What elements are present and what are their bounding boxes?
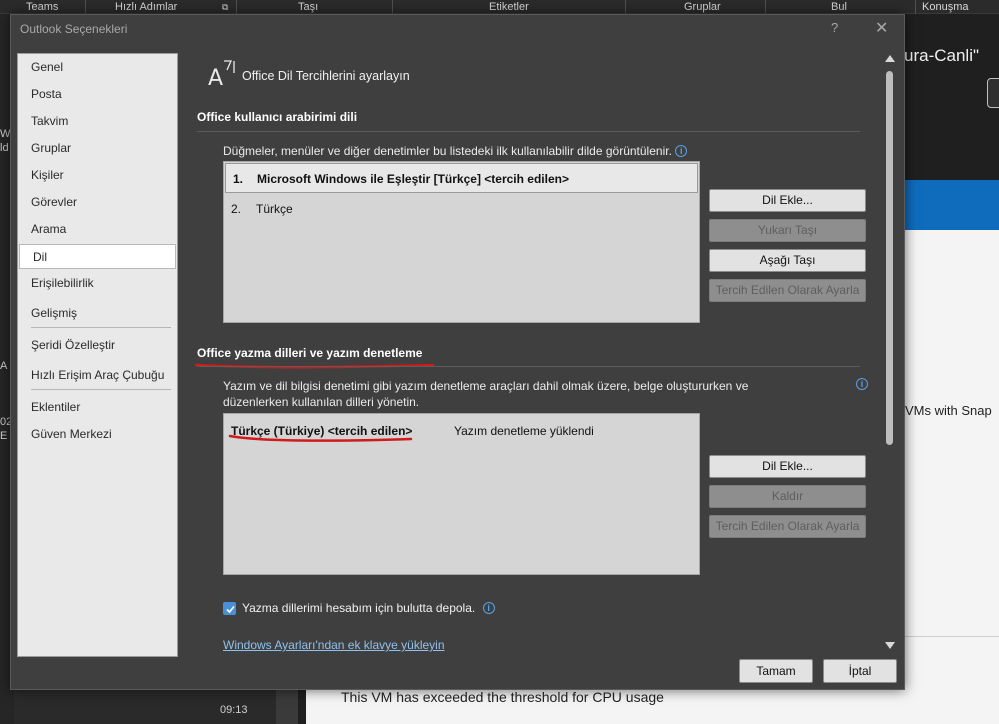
set-preferred-button[interactable]: Tercih Edilen Olarak Ayarla <box>709 279 866 302</box>
language-icon: A <box>208 60 235 87</box>
sidebar-item-gorevler[interactable]: Görevler <box>18 190 177 215</box>
sidebar-item-erisilebilirlik[interactable]: Erişilebilirlik <box>18 271 177 296</box>
options-sidebar: Genel Posta Takvim Gruplar Kişiler Görev… <box>17 53 178 657</box>
sidebar-item-guven-merkezi[interactable]: Güven Merkezi <box>18 422 177 447</box>
cloud-store-label: Yazma dillerimi hesabım için bulutta dep… <box>242 601 476 615</box>
cancel-button[interactable]: İptal <box>823 659 897 683</box>
background-banner <box>904 180 999 230</box>
sidebar-divider <box>31 327 171 328</box>
scroll-down-arrow-icon[interactable] <box>885 642 895 649</box>
sidebar-item-kisiler[interactable]: Kişiler <box>18 163 177 188</box>
page-title: Office Dil Tercihlerini ayarlayın <box>242 69 410 83</box>
sidebar-divider <box>31 389 171 390</box>
dialog-title: Outlook Seçenekleri <box>20 22 128 36</box>
svg-text:A: A <box>208 66 223 87</box>
remove-language-button[interactable]: Kaldır <box>709 485 866 508</box>
background-text-fragment: E <box>0 430 8 442</box>
authoring-description: Yazım ve dil bilgisi denetimi gibi yazım… <box>223 379 749 409</box>
sidebar-item-posta[interactable]: Posta <box>18 82 177 107</box>
background-text-fragment: A <box>0 360 8 372</box>
list-item[interactable]: 2. Türkçe <box>225 194 698 224</box>
sidebar-item-hizli-erisim[interactable]: Hızlı Erişim Araç Çubuğu <box>18 363 177 388</box>
background-header <box>904 14 999 180</box>
ribbon-group-move: Taşı <box>298 1 319 13</box>
sidebar-item-seridi-ozellestir[interactable]: Şeridi Özelleştir <box>18 333 177 358</box>
sidebar-item-gelismis[interactable]: Gelişmiş <box>18 301 177 326</box>
background-divider <box>904 636 999 637</box>
add-language-button[interactable]: Dil Ekle... <box>709 189 866 212</box>
sidebar-item-takvim[interactable]: Takvim <box>18 109 177 134</box>
ui-language-list[interactable]: 1. Microsoft Windows ile Eşleştir [Türkç… <box>223 161 700 323</box>
cloud-store-label-row: Yazma dillerimi hesabım için bulutta dep… <box>242 601 495 615</box>
ribbon-group-conversation: Konuşma <box>922 1 969 13</box>
move-up-button[interactable]: Yukarı Taşı <box>709 219 866 242</box>
info-icon[interactable]: i <box>482 602 495 614</box>
help-icon[interactable]: ? <box>831 20 838 35</box>
sidebar-item-arama[interactable]: Arama <box>18 217 177 242</box>
install-keyboard-link[interactable]: Windows Ayarları'ndan ek klavye yükleyin <box>223 638 445 652</box>
checkmark-icon <box>226 605 235 614</box>
authoring-language-list[interactable]: Türkçe (Türkiye) <tercih edilen> Yazım d… <box>223 413 700 575</box>
ui-language-section-title: Office kullanıcı arabirimi dili <box>197 110 358 124</box>
list-item[interactable]: 1. Microsoft Windows ile Eşleştir [Türkç… <box>225 163 698 193</box>
background-body-text: VMs with Snap <box>905 403 992 418</box>
sidebar-item-dil[interactable]: Dil <box>19 244 176 269</box>
authoring-section-title: Office yazma dilleri ve yazım denetleme <box>197 346 423 360</box>
background-scrollbar <box>276 690 298 724</box>
sidebar-item-eklentiler[interactable]: Eklentiler <box>18 395 177 420</box>
scroll-thumb[interactable] <box>886 71 893 445</box>
background-button[interactable] <box>987 78 999 108</box>
content-scrollbar[interactable] <box>883 53 899 657</box>
sidebar-item-gruplar[interactable]: Gruplar <box>18 136 177 161</box>
ribbon-group-find: Bul <box>831 1 847 13</box>
background-body-text: This VM has exceeded the threshold for C… <box>341 689 664 705</box>
ui-language-description: Düğmeler, menüler ve diğer denetimler bu… <box>223 144 672 158</box>
authoring-language-status: Yazım denetleme yüklendi <box>454 424 594 438</box>
close-icon[interactable]: ✕ <box>875 18 888 38</box>
info-icon[interactable]: i <box>856 378 868 390</box>
ribbon-group-quick-steps: Hızlı Adımlar <box>115 1 178 13</box>
dialog-launcher-icon: ⧉ <box>222 2 229 12</box>
move-down-button[interactable]: Aşağı Taşı <box>709 249 866 272</box>
ok-button[interactable]: Tamam <box>739 659 813 683</box>
background-message-title: ura-Canli" <box>904 46 980 65</box>
language-options-panel: A Office Dil Tercihlerini ayarlayın Offi… <box>189 53 895 657</box>
section-divider <box>197 366 860 367</box>
message-time: 09:13 <box>220 704 248 716</box>
ribbon-group-tags: Etiketler <box>489 1 529 13</box>
ui-language-description-row: Düğmeler, menüler ve diğer denetimler bu… <box>223 143 688 159</box>
background-text-fragment: ld <box>0 142 9 154</box>
scroll-up-arrow-icon[interactable] <box>885 55 895 62</box>
background-ribbon-group-labels: Teams Hızlı Adımlar ⧉ Taşı Etiketler Gru… <box>0 0 999 14</box>
set-preferred-authoring-button[interactable]: Tercih Edilen Olarak Ayarla <box>709 515 866 538</box>
annotation-underline <box>228 434 413 442</box>
ribbon-group-groups: Gruplar <box>684 1 721 13</box>
info-icon[interactable]: i <box>675 145 688 157</box>
outlook-options-dialog: Outlook Seçenekleri ? ✕ Genel Posta Takv… <box>10 14 905 690</box>
ribbon-group-teams: Teams <box>26 1 59 13</box>
add-authoring-language-button[interactable]: Dil Ekle... <box>709 455 866 478</box>
sidebar-item-genel[interactable]: Genel <box>18 55 177 80</box>
cloud-store-checkbox[interactable] <box>223 602 236 615</box>
section-divider <box>197 131 860 132</box>
